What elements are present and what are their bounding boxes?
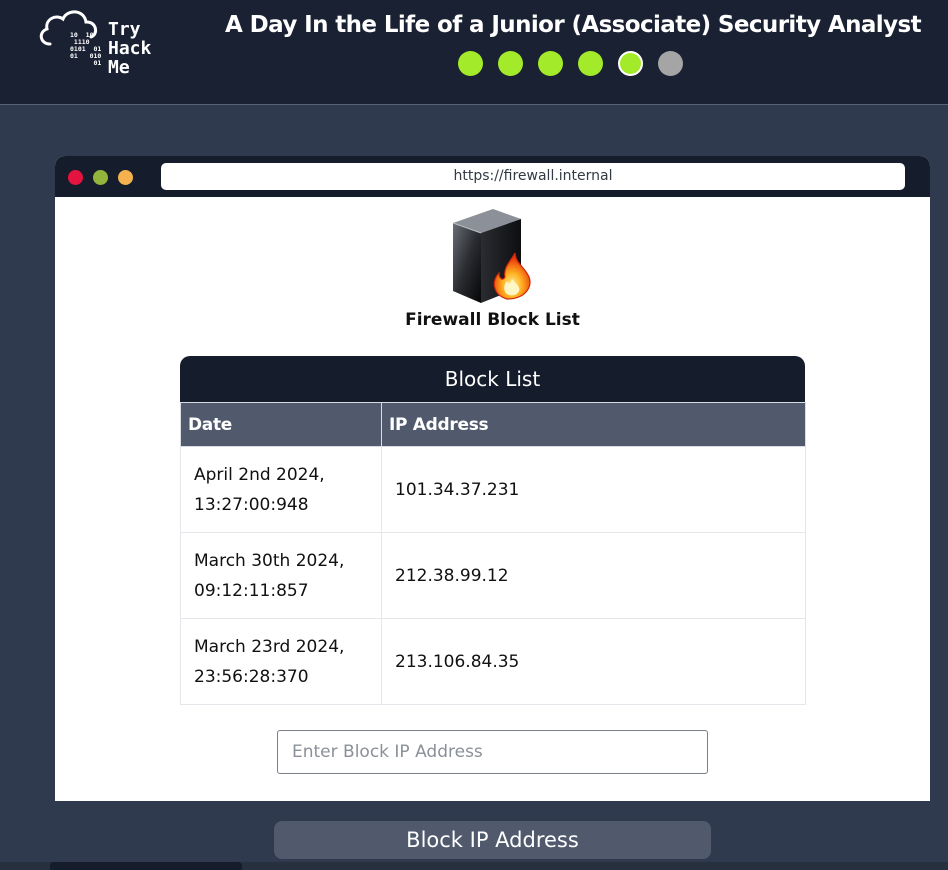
cell-date: March 30th 2024, 09:12:11:857 bbox=[180, 532, 382, 619]
progress-dot-2[interactable] bbox=[498, 51, 523, 76]
bottom-tab[interactable] bbox=[50, 862, 242, 870]
cell-ip: 101.34.37.231 bbox=[381, 446, 806, 533]
tryhackme-logo: 10 10 1110 0101 01 01 010 01 Try Hack Me bbox=[36, 6, 176, 78]
logo-word: Hack bbox=[108, 38, 152, 59]
logo-word: Try bbox=[108, 19, 141, 40]
block-list-table: Date IP Address April 2nd 2024, 13:27:00… bbox=[180, 402, 806, 705]
block-list-heading: Block List bbox=[180, 356, 805, 402]
window-minimize-dot bbox=[93, 170, 108, 185]
table-row: April 2nd 2024, 13:27:00:948 101.34.37.2… bbox=[180, 446, 806, 533]
table-row: March 23rd 2024, 23:56:28:370 213.106.84… bbox=[180, 618, 806, 705]
progress-dot-6[interactable] bbox=[658, 51, 683, 76]
header-bar: 10 10 1110 0101 01 01 010 01 Try Hack Me… bbox=[0, 0, 948, 105]
progress-dot-4[interactable] bbox=[578, 51, 603, 76]
cell-ip: 212.38.99.12 bbox=[381, 532, 806, 619]
logo-word: Me bbox=[108, 57, 130, 78]
window-maximize-dot bbox=[118, 170, 133, 185]
progress-dot-3[interactable] bbox=[538, 51, 563, 76]
cell-date: April 2nd 2024, 13:27:00:948 bbox=[180, 446, 382, 533]
block-list-panel: Block List Date IP Address April 2nd 202… bbox=[180, 356, 806, 705]
progress-dot-5-current[interactable] bbox=[618, 51, 643, 76]
window-close-dot bbox=[68, 170, 83, 185]
cell-ip: 213.106.84.35 bbox=[381, 618, 806, 705]
table-header-row: Date IP Address bbox=[180, 402, 806, 447]
cell-date: March 23rd 2024, 23:56:28:370 bbox=[180, 618, 382, 705]
column-header-date: Date bbox=[180, 402, 382, 447]
block-ip-button[interactable]: Block IP Address bbox=[274, 821, 711, 859]
firewall-title: Firewall Block List bbox=[405, 310, 580, 330]
browser-toolbar: https://firewall.internal bbox=[55, 156, 930, 197]
column-header-ip: IP Address bbox=[381, 402, 806, 447]
page-title: A Day In the Life of a Junior (Associate… bbox=[225, 12, 922, 38]
firewall-page: Firewall Block List Block List Date IP A… bbox=[55, 197, 930, 801]
progress-dot-1[interactable] bbox=[458, 51, 483, 76]
logo-wordmark: Try Hack Me bbox=[108, 20, 151, 77]
logo-binary: 10 10 1110 0101 01 01 010 01 bbox=[70, 31, 102, 67]
firewall-icon bbox=[452, 209, 531, 303]
table-row: March 30th 2024, 09:12:11:857 212.38.99.… bbox=[180, 532, 806, 619]
browser-window: https://firewall.internal Firewall Block… bbox=[55, 156, 930, 801]
block-ip-input[interactable] bbox=[277, 730, 708, 774]
address-bar[interactable]: https://firewall.internal bbox=[161, 163, 905, 190]
